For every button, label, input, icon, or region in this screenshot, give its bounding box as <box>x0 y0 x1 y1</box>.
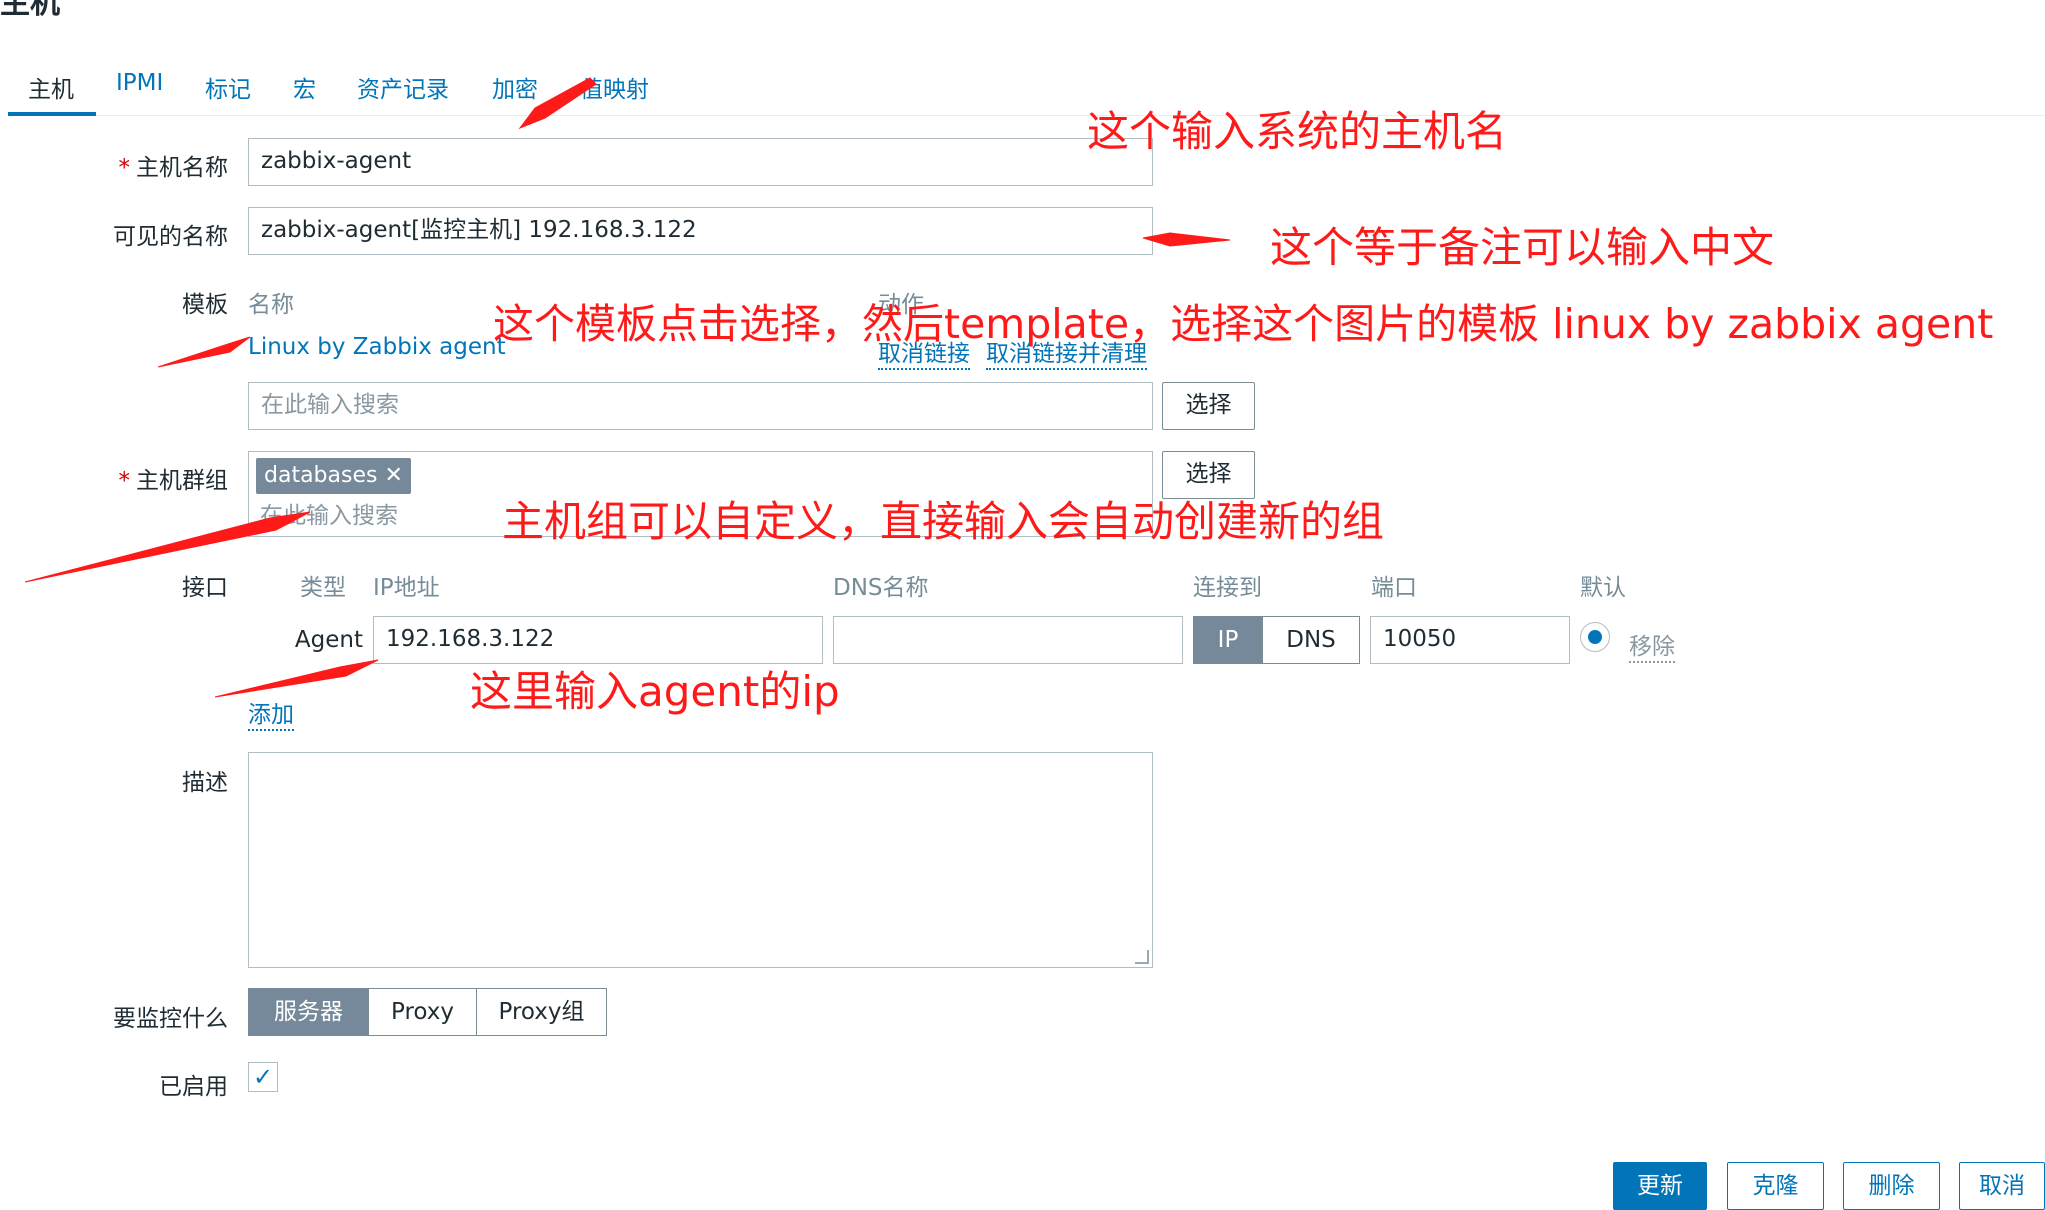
arrow-to-group-search <box>24 511 311 583</box>
arrow-to-visible-name <box>1142 232 1231 247</box>
arrow-to-value-mapping-tab <box>518 77 597 130</box>
arrow-to-template-link <box>157 336 251 368</box>
annotation-arrows <box>24 77 1231 698</box>
arrow-to-ip-input <box>214 659 379 698</box>
